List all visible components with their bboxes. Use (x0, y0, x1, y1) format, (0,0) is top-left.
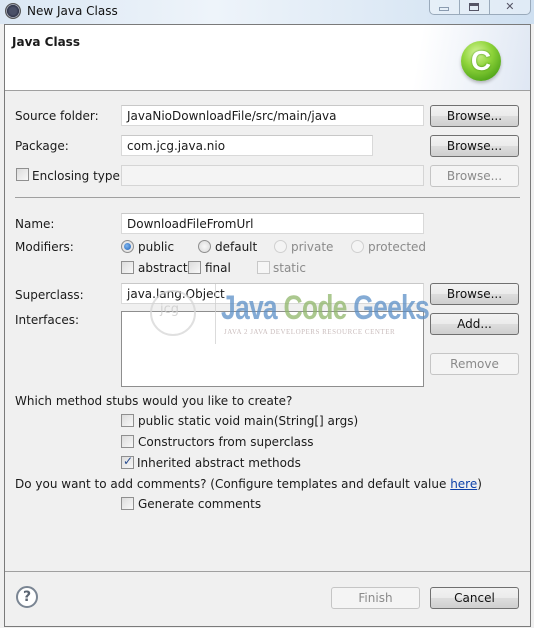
enclosing-type-browse-button: Browse... (430, 165, 519, 187)
configure-templates-link[interactable]: here (450, 477, 477, 491)
interfaces-remove-button: Remove (430, 353, 519, 375)
minimize-icon (439, 6, 450, 11)
footer-separator (5, 571, 530, 572)
maximize-icon (469, 2, 480, 11)
static-checkbox (257, 261, 270, 274)
inherited-methods-label: Inherited abstract methods (137, 456, 301, 470)
window-title: New Java Class (27, 4, 118, 18)
inherited-methods-checkbox[interactable] (121, 454, 134, 469)
default-label: default (215, 240, 258, 254)
minimize-button[interactable] (430, 0, 459, 14)
constructors-checkbox[interactable] (121, 435, 134, 448)
package-browse-button[interactable]: Browse... (430, 135, 519, 157)
modifiers-label: Modifiers: (15, 240, 74, 254)
comments-question-suffix: ) (477, 477, 482, 491)
private-radio (274, 240, 287, 253)
abstract-label: abstract (138, 261, 188, 275)
close-icon: ✕ (505, 0, 515, 13)
final-checkbox[interactable] (188, 261, 201, 274)
static-label: static (273, 261, 306, 275)
package-input[interactable]: com.jcg.java.nio (121, 135, 373, 156)
interfaces-label: Interfaces: (15, 313, 80, 327)
interfaces-add-button[interactable]: Add... (430, 313, 519, 335)
enclosing-type-label: Enclosing type: (32, 169, 124, 183)
wizard-banner: Java Class C (5, 25, 530, 91)
enclosing-type-input (121, 165, 424, 186)
public-radio[interactable] (121, 240, 134, 253)
interfaces-list[interactable] (121, 311, 424, 387)
name-label: Name: (15, 217, 55, 231)
maximize-button[interactable] (458, 0, 489, 14)
generate-comments-label: Generate comments (138, 497, 262, 511)
source-folder-input[interactable]: JavaNioDownloadFile/src/main/java (121, 105, 424, 126)
public-label: public (138, 240, 175, 254)
private-label: private (291, 240, 334, 254)
name-input[interactable]: DownloadFileFromUrl (121, 213, 424, 234)
main-method-label: public static void main(String[] args) (138, 414, 359, 428)
title-bar: New Java Class ✕ (0, 0, 534, 24)
comments-question-text: Do you want to add comments? (Configure … (15, 477, 451, 491)
enclosing-type-checkbox[interactable] (16, 168, 29, 181)
eclipse-app-icon (5, 3, 21, 19)
comments-question: Do you want to add comments? (Configure … (15, 477, 482, 491)
java-class-c-icon: C (461, 41, 501, 81)
close-button[interactable]: ✕ (488, 0, 530, 14)
banner-title: Java Class (12, 35, 80, 49)
abstract-checkbox[interactable] (121, 261, 134, 274)
source-folder-browse-button[interactable]: Browse... (430, 105, 519, 127)
superclass-input[interactable]: java.lang.Object (121, 283, 424, 304)
default-radio[interactable] (198, 240, 211, 253)
protected-label: protected (368, 240, 427, 254)
main-method-checkbox[interactable] (121, 414, 134, 427)
superclass-browse-button[interactable]: Browse... (430, 283, 519, 305)
window-controls: ✕ (429, 0, 531, 15)
final-label: final (205, 261, 231, 275)
help-icon[interactable]: ? (16, 586, 38, 608)
protected-radio (351, 240, 364, 253)
superclass-label: Superclass: (15, 288, 84, 302)
source-folder-label: Source folder: (15, 109, 99, 123)
generate-comments-checkbox[interactable] (121, 497, 134, 510)
stubs-question: Which method stubs would you like to cre… (15, 394, 293, 408)
finish-button: Finish (331, 587, 420, 609)
cancel-button[interactable]: Cancel (430, 587, 519, 609)
separator (15, 197, 520, 198)
constructors-label: Constructors from superclass (138, 435, 314, 449)
package-label: Package: (15, 139, 69, 153)
